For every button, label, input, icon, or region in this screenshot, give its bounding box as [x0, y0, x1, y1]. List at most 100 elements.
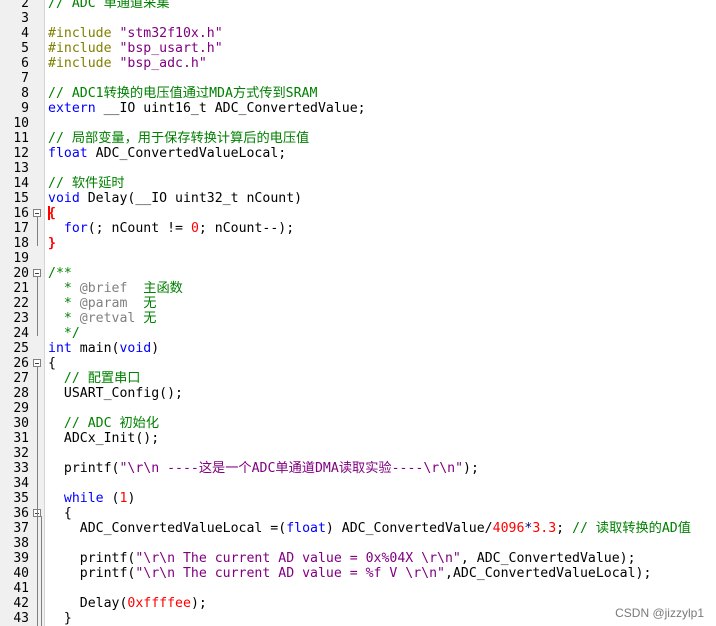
code-token: void [119, 341, 152, 356]
code-line[interactable]: 19 [0, 251, 716, 266]
code-token: , ADC_ConvertedValue); [460, 551, 636, 566]
code-token: ADCx_Init(); [48, 431, 160, 446]
code-token: float [286, 521, 326, 536]
line-number: 5 [21, 41, 29, 56]
code-token: ); [463, 461, 479, 476]
code-line[interactable]: 26 { [0, 356, 716, 371]
code-line[interactable]: 9 extern __IO uint16_t ADC_ConvertedValue… [0, 101, 716, 116]
code-text: #include "bsp_usart.h" [48, 41, 223, 56]
code-line[interactable]: 40 printf("\r\n The current AD value = %… [0, 566, 716, 581]
line-number: 3 [21, 11, 29, 26]
line-number: 38 [13, 536, 29, 551]
code-text: int main(void) [48, 341, 159, 356]
code-text: } [48, 611, 72, 626]
code-line[interactable]: 31 ADCx_Init(); [0, 431, 716, 446]
line-number: 34 [13, 476, 29, 491]
code-text: * @brief 主函数 [48, 281, 183, 296]
code-line[interactable]: 22 * @param 无 [0, 296, 716, 311]
code-text: // ADC1转换的电压值通过MDA方式传到SRAM [48, 86, 317, 101]
line-number: 23 [13, 311, 29, 326]
code-line[interactable]: 18} [0, 236, 716, 251]
code-token: ; nCount--); [198, 221, 295, 236]
code-line[interactable]: 21 * @brief 主函数 [0, 281, 716, 296]
line-number: 36 [13, 506, 29, 521]
code-text: extern __IO uint16_t ADC_ConvertedValue; [48, 101, 366, 116]
code-token: while [63, 491, 104, 506]
code-line[interactable]: 23 * @retval 无 [0, 311, 716, 326]
code-token: 0xffffee [127, 596, 191, 611]
code-line[interactable]: 8 // ADC1转换的电压值通过MDA方式传到SRAM [0, 86, 716, 101]
code-text: #include "stm32f10x.h" [48, 26, 223, 41]
code-line[interactable]: 42 Delay(0xffffee); [0, 596, 716, 611]
code-line[interactable]: 38 [0, 536, 716, 551]
code-line[interactable]: 12 float ADC_ConvertedValueLocal; [0, 146, 716, 161]
code-line[interactable]: 25 int main(void) [0, 341, 716, 356]
code-token: Delay(__IO uint32_t nCount) [79, 191, 303, 206]
code-text: // 局部变量，用于保存转换计算后的电压值 [48, 131, 309, 146]
text-caret [48, 206, 50, 220]
code-line[interactable]: 3 [0, 11, 716, 26]
line-number: 4 [21, 26, 29, 41]
code-token: */ [48, 326, 80, 341]
code-line[interactable]: 15 void Delay(__IO uint32_t nCount) [0, 191, 716, 206]
code-line[interactable]: 28 USART_Config(); [0, 386, 716, 401]
line-number: 6 [21, 56, 29, 71]
code-token: @retval [79, 311, 136, 326]
code-token: ( [103, 491, 120, 506]
code-token: "\r\n The current AD value = %f V \r\n" [135, 566, 445, 581]
code-line[interactable]: 11 // 局部变量，用于保存转换计算后的电压值 [0, 131, 716, 146]
code-text: printf("\r\n The current AD value = %f V… [48, 566, 652, 581]
code-text: for(; nCount != 0; nCount--); [48, 221, 294, 236]
code-line[interactable]: 24 */ [0, 326, 716, 341]
code-line[interactable]: 27 // 配置串口 [0, 371, 716, 386]
code-token: ) ADC_ConvertedValue/ [325, 521, 493, 536]
code-line[interactable]: 37 ADC_ConvertedValueLocal =(float) ADC_… [0, 521, 716, 536]
code-text: ADCx_Init(); [48, 431, 159, 446]
code-line[interactable]: 13 [0, 161, 716, 176]
code-line[interactable]: 4 #include "stm32f10x.h" [0, 26, 716, 41]
code-token: // ADC1转换的电压值通过MDA方式传到SRAM [48, 86, 318, 101]
code-line[interactable]: 7 [0, 71, 716, 86]
code-line[interactable]: 10 [0, 116, 716, 131]
code-line[interactable]: 30 // ADC 初始化 [0, 416, 716, 431]
code-token: 3.3 [532, 521, 557, 536]
code-token: { [48, 506, 72, 521]
code-token: // ADC 初始化 [48, 416, 160, 431]
code-line[interactable]: 20 /** [0, 266, 716, 281]
code-line[interactable]: 43 } [0, 611, 716, 626]
code-line[interactable]: 5 #include "bsp_usart.h" [0, 41, 716, 56]
code-text: Delay(0xffffee); [48, 596, 207, 611]
code-token: int [48, 341, 72, 356]
line-number: 12 [13, 146, 29, 161]
line-number: 19 [13, 251, 29, 266]
code-token: // 软件延时 [48, 176, 125, 191]
code-token: "bsp_usart.h" [119, 41, 223, 56]
code-token: * [48, 281, 80, 296]
code-token: extern [48, 101, 96, 116]
code-text: printf("\r\n The current AD value = 0x%0… [48, 551, 636, 566]
code-editor[interactable]: 2 // ADC 单通道采集 3 4 #include "stm32f10x.h" 5 #i… [0, 0, 716, 626]
code-token: // 局部变量，用于保存转换计算后的电压值 [48, 131, 310, 146]
code-text: // 软件延时 [48, 176, 125, 191]
code-line[interactable]: 2 // ADC 单通道采集 [0, 0, 716, 11]
code-line[interactable]: 33 printf("\r\n ----这是一个ADC单通道DMA读取实验---… [0, 461, 716, 476]
code-line[interactable]: 29 [0, 401, 716, 416]
code-line[interactable]: 35 while (1) [0, 491, 716, 506]
code-token: ADC_ConvertedValueLocal =( [48, 521, 287, 536]
code-line[interactable]: 17 for(; nCount != 0; nCount--); [0, 221, 716, 236]
line-number: 43 [13, 611, 29, 626]
code-token: for [63, 221, 88, 236]
line-number: 11 [13, 131, 29, 146]
code-line[interactable]: 14 // 软件延时 [0, 176, 716, 191]
code-line[interactable]: 32 [0, 446, 716, 461]
code-line[interactable]: 16{ [0, 206, 716, 221]
code-line[interactable]: 39 printf("\r\n The current AD value = 0… [0, 551, 716, 566]
code-line[interactable]: 41 [0, 581, 716, 596]
code-line[interactable]: 34 [0, 476, 716, 491]
line-number: 26 [13, 356, 29, 371]
code-line[interactable]: 6 #include "bsp_adc.h" [0, 56, 716, 71]
code-text: * @param 无 [48, 296, 157, 311]
code-line[interactable]: 36 { [0, 506, 716, 521]
code-text: * @retval 无 [48, 311, 157, 326]
line-number: 40 [13, 566, 29, 581]
